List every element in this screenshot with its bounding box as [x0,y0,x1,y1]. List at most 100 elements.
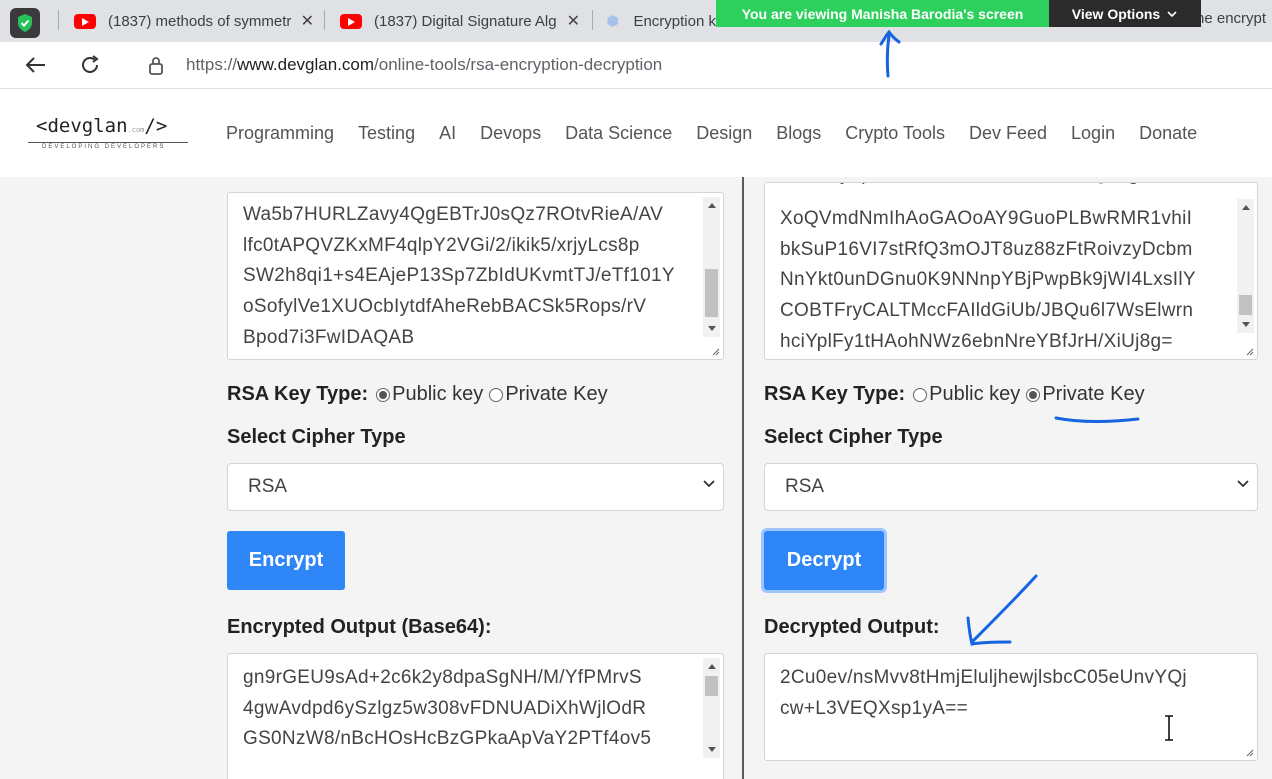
tab-title: (1837) Digital Signature Alg [374,12,557,30]
scroll-up-icon[interactable] [708,203,716,208]
cipher-type-label: Select Cipher Type [764,426,943,448]
encrypt-button[interactable]: Encrypt [227,531,345,590]
private-key-text-partial: 8N4HLyYpvCAI/T383SkAzEERID7zQZdgI7xYBW [780,183,1210,191]
tab-separator [592,10,593,30]
close-tab-icon[interactable]: ✕ [301,11,314,31]
back-button[interactable] [20,50,50,80]
scrollbar-thumb[interactable] [1239,295,1252,315]
lock-icon[interactable] [148,56,164,75]
encrypt-label: Encrypt [248,549,324,571]
public-key-radio[interactable] [376,387,391,402]
site-header: <devglan.com/> DEVELOPING DEVELOPERS Pro… [0,89,1272,177]
chevron-down-icon [703,480,715,488]
tab-title: (1837) methods of symmetr [108,12,292,30]
key-type-label: RSA Key Type: [764,383,906,405]
encrypted-output-textarea[interactable]: gn9rGEU9sAd+2c6k2y8dpaSgNH/M/YfPMrvS 4gw… [227,653,724,779]
view-options-button[interactable]: View Options [1049,0,1201,27]
address-bar: https://www.devglan.com/online-tools/rsa… [0,42,1272,89]
view-options-label: View Options [1071,5,1161,22]
nav-data-science[interactable]: Data Science [565,123,672,144]
main-nav: Programming Testing AI Devops Data Scien… [226,123,1197,144]
scrollbar[interactable] [1237,199,1254,333]
scrollbar[interactable] [703,658,720,758]
logo-text: <devglan.com/> [36,115,168,137]
devglan-logo[interactable]: <devglan.com/> DEVELOPING DEVELOPERS [28,111,188,151]
tab-digital-signature[interactable]: (1837) Digital Signature Alg ✕ [340,4,580,38]
key-type-row: RSA Key Type: Public key Private Key [227,383,608,406]
screen-share-text: You are viewing Manisha Barodia's screen [741,5,1024,22]
cipher-type-select[interactable]: RSA [764,463,1258,511]
tab-title-partial[interactable]: he encrypt [1196,10,1266,27]
cipher-type-select[interactable]: RSA [227,463,724,511]
nav-crypto-tools[interactable]: Crypto Tools [845,123,945,144]
tab-methods-of-symmetric[interactable]: (1837) methods of symmetr ✕ [74,4,314,38]
tab-title: Encryption k [633,12,716,30]
public-key-radio[interactable] [913,387,928,402]
scrollbar[interactable] [703,197,720,337]
cipher-type-value: RSA [248,476,288,497]
nav-testing[interactable]: Testing [358,123,415,144]
scroll-up-icon[interactable] [708,664,716,669]
column-divider [742,177,744,779]
resize-handle-icon[interactable] [1244,346,1254,356]
nav-donate[interactable]: Donate [1139,123,1197,144]
public-key-text: Wa5b7HURLZavy4QgEBTrJ0sQz7ROtvRieA/AV lf… [243,204,675,348]
security-extension-icon[interactable] [10,8,40,38]
nav-dev-feed[interactable]: Dev Feed [969,123,1047,144]
chevron-down-icon [1167,10,1177,17]
cipher-type-value: RSA [785,476,825,497]
logo-underline [28,142,188,143]
scroll-up-icon[interactable] [1242,205,1250,210]
public-key-label[interactable]: Public key [392,383,483,406]
nav-design[interactable]: Design [696,123,752,144]
decrypted-output-text: 2Cu0ev/nsMvv8tHmjEluljhewjlsbcC05eUnvYQj… [780,667,1187,719]
scrollbar-thumb[interactable] [705,676,718,696]
youtube-icon [340,13,362,29]
public-key-label[interactable]: Public key [929,383,1020,406]
tab-encryption[interactable]: Encryption k [606,4,716,38]
back-arrow-icon [25,57,45,73]
scroll-down-icon[interactable] [1242,322,1250,327]
private-key-text: XoQVmdNmIhAoGAOoAY9GuoPLBwRMR1vhiI bkSuP… [780,208,1196,352]
nav-devops[interactable]: Devops [480,123,541,144]
annotation-underline-icon [1054,416,1140,423]
decrypt-label: Decrypt [786,549,862,571]
url-scheme: https:// [186,55,238,74]
public-key-textarea[interactable]: Wa5b7HURLZavy4QgEBTrJ0sQz7ROtvRieA/AV lf… [227,192,724,360]
private-key-label[interactable]: Private Key [1042,383,1144,406]
close-tab-icon[interactable]: ✕ [567,11,580,31]
resize-handle-icon[interactable] [710,346,720,356]
site-favicon-icon [607,15,618,27]
decrypted-output-label: Decrypted Output: [764,616,940,638]
url-field[interactable]: https://www.devglan.com/online-tools/rsa… [124,45,1272,85]
chevron-down-icon [1237,480,1249,488]
tool-content: Wa5b7HURLZavy4QgEBTrJ0sQz7ROtvRieA/AV lf… [0,177,1272,779]
reload-icon [82,55,99,73]
screen-share-banner: You are viewing Manisha Barodia's screen [716,0,1049,27]
decrypted-output-textarea[interactable]: 2Cu0ev/nsMvv8tHmjEluljhewjlsbcC05eUnvYQj… [764,653,1258,761]
nav-ai[interactable]: AI [439,123,456,144]
key-type-label: RSA Key Type: [227,383,369,405]
youtube-icon [74,13,96,29]
scroll-down-icon[interactable] [708,747,716,752]
key-type-row: RSA Key Type: Public key Private Key [764,383,1145,406]
url-host: www.devglan.com [237,55,375,74]
private-key-label[interactable]: Private Key [505,383,607,406]
annotation-arrow-down-left-icon [966,574,1038,646]
url-path: /online-tools/rsa-encryption-decryption [374,55,663,74]
scrollbar-thumb[interactable] [705,269,718,317]
nav-programming[interactable]: Programming [226,123,334,144]
reload-button[interactable] [75,50,105,80]
text-cursor-icon [1165,715,1173,741]
nav-blogs[interactable]: Blogs [776,123,821,144]
tab-separator [324,10,325,30]
logo-tagline: DEVELOPING DEVELOPERS [42,144,166,150]
private-key-textarea[interactable]: 8N4HLyYpvCAI/T383SkAzEERID7zQZdgI7xYBW X… [764,182,1258,360]
nav-login[interactable]: Login [1071,123,1115,144]
scroll-down-icon[interactable] [708,326,716,331]
private-key-radio[interactable] [1026,387,1041,402]
resize-handle-icon[interactable] [1244,747,1254,757]
tab-separator [58,10,59,30]
private-key-radio[interactable] [489,387,504,402]
decrypt-button[interactable]: Decrypt [764,531,884,590]
